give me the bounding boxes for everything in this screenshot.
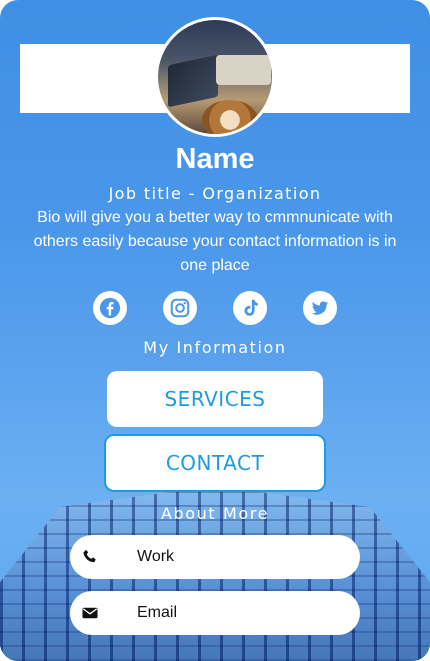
profile-bio: Bio will give you a better way to cmmnun… [33,209,397,274]
envelope-icon [82,607,98,619]
profile-name: Name [175,143,255,175]
job-title: Job title - Organization [108,184,322,203]
work-label: Work [137,548,175,565]
my-information-heading: My Information [143,338,287,357]
services-button[interactable]: SERVICES [107,371,323,427]
instagram-icon[interactable] [163,291,197,325]
email-label: Email [137,604,178,621]
email-contact-item[interactable]: Email [70,591,360,635]
profile-card: Name Job title - Organization Bio will g… [0,0,430,661]
social-links [0,291,430,325]
contact-button[interactable]: CONTACT [104,434,326,492]
phone-icon [83,549,96,563]
tiktok-icon[interactable] [233,291,267,325]
twitter-icon[interactable] [303,291,337,325]
avatar [155,17,275,137]
about-more-heading: About More [160,504,270,523]
facebook-icon[interactable] [93,291,127,325]
work-contact-item[interactable]: Work [70,535,360,579]
